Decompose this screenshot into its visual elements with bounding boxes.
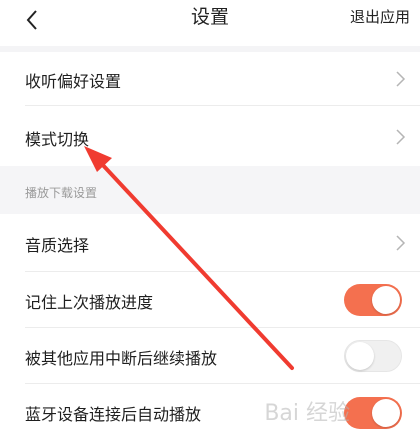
remember-progress-row: 记住上次播放进度 [0,272,420,328]
bluetooth-autoplay-toggle[interactable] [344,397,402,429]
navigation-bar: 设置 退出应用 [0,0,420,46]
toggle-knob [372,286,400,314]
chevron-right-icon [396,129,406,145]
section-label: 播放下载设置 [25,186,98,200]
row-label: 记住上次播放进度 [25,293,154,312]
row-label: 被其他应用中断后继续播放 [25,349,218,368]
toggle-knob [372,399,400,427]
chevron-right-icon [396,71,406,87]
row-label: 音质选择 [25,236,90,255]
audio-quality-row[interactable]: 音质选择 [0,214,420,272]
listening-preference-row[interactable]: 收听偏好设置 [0,52,420,106]
remember-progress-toggle[interactable] [344,284,402,316]
section-header: 播放下载设置 [0,166,420,214]
resume-after-interrupt-toggle[interactable] [344,340,402,372]
toggle-knob [346,342,374,370]
mode-switch-row[interactable]: 模式切换 [0,106,420,166]
row-label: 收听偏好设置 [25,72,122,91]
bluetooth-autoplay-row: 蓝牙设备连接后自动播放 [0,384,420,439]
row-label: 模式切换 [25,130,90,149]
exit-app-button[interactable]: 退出应用 [350,5,410,29]
chevron-right-icon [396,235,406,251]
resume-after-interrupt-row: 被其他应用中断后继续播放 [0,328,420,384]
row-label: 蓝牙设备连接后自动播放 [25,405,202,424]
